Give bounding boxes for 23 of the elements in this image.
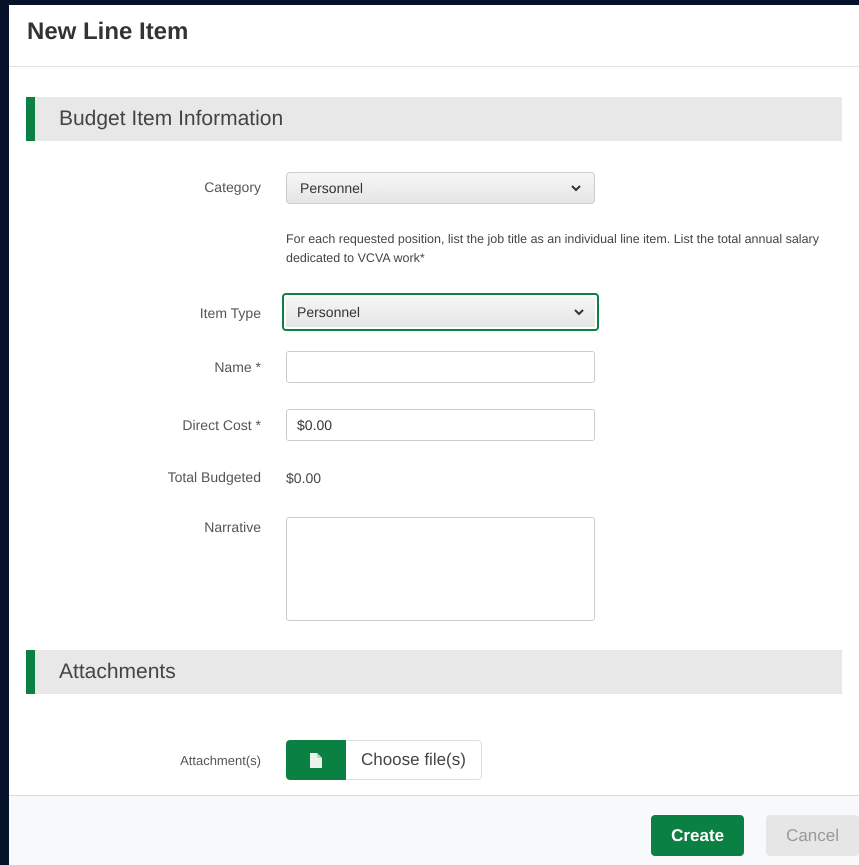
narrative-field[interactable] bbox=[286, 517, 595, 621]
file-icon bbox=[310, 752, 322, 768]
section-title: Attachments bbox=[59, 659, 176, 686]
choose-files-button[interactable]: Choose file(s) bbox=[346, 740, 482, 780]
select-field[interactable]: Personnel bbox=[282, 293, 599, 331]
select-field[interactable]: Personnel bbox=[286, 172, 595, 204]
caret-icon bbox=[571, 184, 581, 192]
field-label: Narrative bbox=[204, 519, 261, 535]
field-label: Total Budgeted bbox=[168, 469, 261, 485]
input-field[interactable]: $0.00 bbox=[286, 409, 595, 441]
input-field[interactable] bbox=[286, 351, 595, 383]
help-text: For each requested position, list the job title as an individual line item. List the total annual salary dedicated to VCVA work* bbox=[286, 231, 820, 267]
file-icon-button[interactable] bbox=[286, 740, 346, 780]
field-label: Attachment(s) bbox=[180, 753, 261, 768]
create-button[interactable]: Create bbox=[651, 815, 744, 856]
section-title: Budget Item Information bbox=[59, 106, 284, 132]
dialog-title: New Line Item bbox=[27, 17, 188, 47]
field-label: Category bbox=[204, 179, 261, 195]
caret-icon bbox=[574, 308, 584, 316]
field-value: $0.00 bbox=[286, 470, 322, 486]
field-label: Name * bbox=[214, 359, 261, 375]
field-label: Item Type bbox=[200, 305, 261, 321]
field-label: Direct Cost * bbox=[182, 417, 261, 433]
